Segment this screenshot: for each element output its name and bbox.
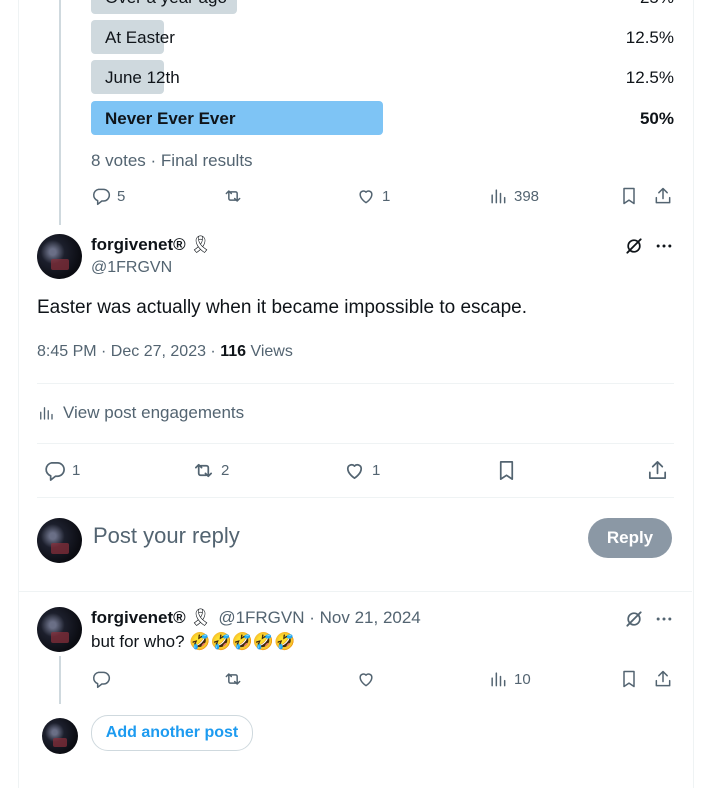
reply-icon — [93, 671, 111, 689]
repost-button[interactable] — [223, 669, 249, 689]
post-meta: 8:45 PM · Dec 27, 2023 · 116 Views — [37, 343, 293, 361]
poll-option-percent: 12.5% — [625, 68, 674, 87]
views-count: 398 — [514, 187, 540, 205]
post-text: but for who? 🤣🤣🤣🤣🤣 — [91, 632, 296, 651]
poll-option-label: June 12th — [105, 68, 180, 87]
bookmark-icon — [499, 461, 514, 480]
reply-button[interactable]: 1 — [43, 459, 80, 482]
grok-icon — [626, 238, 642, 254]
views-button[interactable]: 398 — [488, 186, 539, 206]
display-name[interactable]: forgivenet® — [91, 608, 186, 628]
poll-option-label: At Easter — [105, 28, 175, 47]
handle-and-date[interactable]: @1FRGVN · Nov 21, 2024 — [218, 608, 420, 628]
views-button[interactable]: 10 — [488, 669, 531, 689]
bookmark-button[interactable] — [495, 459, 518, 482]
bookmark-icon — [623, 187, 635, 205]
grok-icon — [626, 611, 642, 627]
views-count: 10 — [514, 670, 531, 688]
share-icon — [655, 670, 671, 687]
display-name[interactable]: forgivenet® — [91, 235, 186, 255]
poll-option: Never Ever Ever 50% — [91, 101, 674, 135]
repost-icon — [194, 463, 213, 478]
grok-button[interactable] — [623, 235, 645, 257]
thread-line — [59, 656, 61, 704]
more-icon — [656, 244, 672, 248]
add-another-post-button[interactable]: Add another post — [91, 715, 253, 751]
share-button[interactable] — [653, 186, 673, 206]
like-count: 1 — [372, 462, 381, 479]
view-engagements-link[interactable]: View post engagements — [37, 403, 244, 423]
reply-count: 5 — [117, 187, 126, 205]
divider — [37, 497, 674, 498]
poll-option: June 12th 12.5% — [91, 60, 674, 94]
thread-line — [59, 0, 61, 225]
author-handle[interactable]: @1FRGVN — [91, 259, 172, 277]
poll-option: Over a year ago 25% — [91, 0, 674, 14]
engagements-icon — [40, 407, 53, 420]
share-button[interactable] — [646, 459, 669, 482]
poll-option-percent: 50% — [639, 109, 674, 128]
like-icon — [359, 190, 373, 204]
post-timestamp[interactable]: 8:45 PM · Dec 27, 2023 — [37, 343, 206, 360]
author-line: forgivenet® 🎗 @1FRGVN · Nov 21, 2024 — [91, 608, 421, 628]
like-button[interactable] — [356, 669, 382, 689]
reply-button[interactable] — [91, 669, 117, 689]
like-button[interactable]: 1 — [343, 459, 380, 482]
post-text: Easter was actually when it became impos… — [37, 297, 528, 318]
poll-option-label: Over a year ago — [105, 0, 227, 8]
share-icon — [655, 187, 671, 204]
avatar[interactable] — [37, 518, 82, 563]
repost-count: 2 — [221, 462, 230, 479]
more-button[interactable] — [653, 608, 675, 630]
more-button[interactable] — [653, 235, 675, 257]
poll-option-label: Never Ever Ever — [105, 109, 236, 128]
avatar[interactable] — [37, 234, 82, 279]
bookmark-button[interactable] — [619, 186, 639, 206]
author-line: forgivenet® 🎗 — [91, 235, 211, 255]
reply-button[interactable]: 5 — [91, 186, 125, 206]
bookmark-button[interactable] — [619, 669, 639, 689]
repost-icon — [225, 190, 241, 202]
ribbon-badge-icon: 🎗 — [189, 235, 212, 254]
reply-count: 1 — [72, 462, 81, 479]
avatar[interactable] — [37, 607, 82, 652]
views-icon — [491, 672, 506, 687]
divider — [37, 443, 674, 444]
repost-icon — [225, 673, 241, 685]
views-icon — [491, 189, 506, 204]
reply-submit-button[interactable]: Reply — [588, 518, 672, 558]
poll-option-percent: 25% — [640, 0, 674, 8]
meta-separator: · — [205, 343, 221, 360]
avatar — [42, 718, 78, 754]
ribbon-badge-icon: 🎗 — [189, 608, 212, 627]
repost-button[interactable] — [223, 186, 249, 206]
like-icon — [359, 673, 373, 687]
views-label: Views — [246, 343, 293, 360]
poll-option: At Easter 12.5% — [91, 20, 674, 54]
bookmark-icon — [623, 670, 635, 688]
more-icon — [656, 617, 672, 621]
poll-summary: 8 votes · Final results — [91, 151, 253, 170]
grok-button[interactable] — [623, 608, 645, 630]
divider — [19, 591, 692, 592]
divider — [37, 383, 674, 384]
share-icon — [648, 461, 667, 480]
share-button[interactable] — [653, 669, 673, 689]
like-icon — [346, 463, 363, 480]
repost-button[interactable]: 2 — [192, 459, 229, 482]
like-count: 1 — [382, 187, 391, 205]
reply-icon — [45, 461, 65, 481]
poll-option-percent: 12.5% — [625, 28, 674, 47]
reply-input[interactable]: Post your reply — [93, 523, 240, 549]
reply-icon — [93, 188, 111, 206]
engagements-label: View post engagements — [63, 403, 245, 422]
like-button[interactable]: 1 — [356, 186, 390, 206]
views-count: 116 — [220, 343, 247, 360]
